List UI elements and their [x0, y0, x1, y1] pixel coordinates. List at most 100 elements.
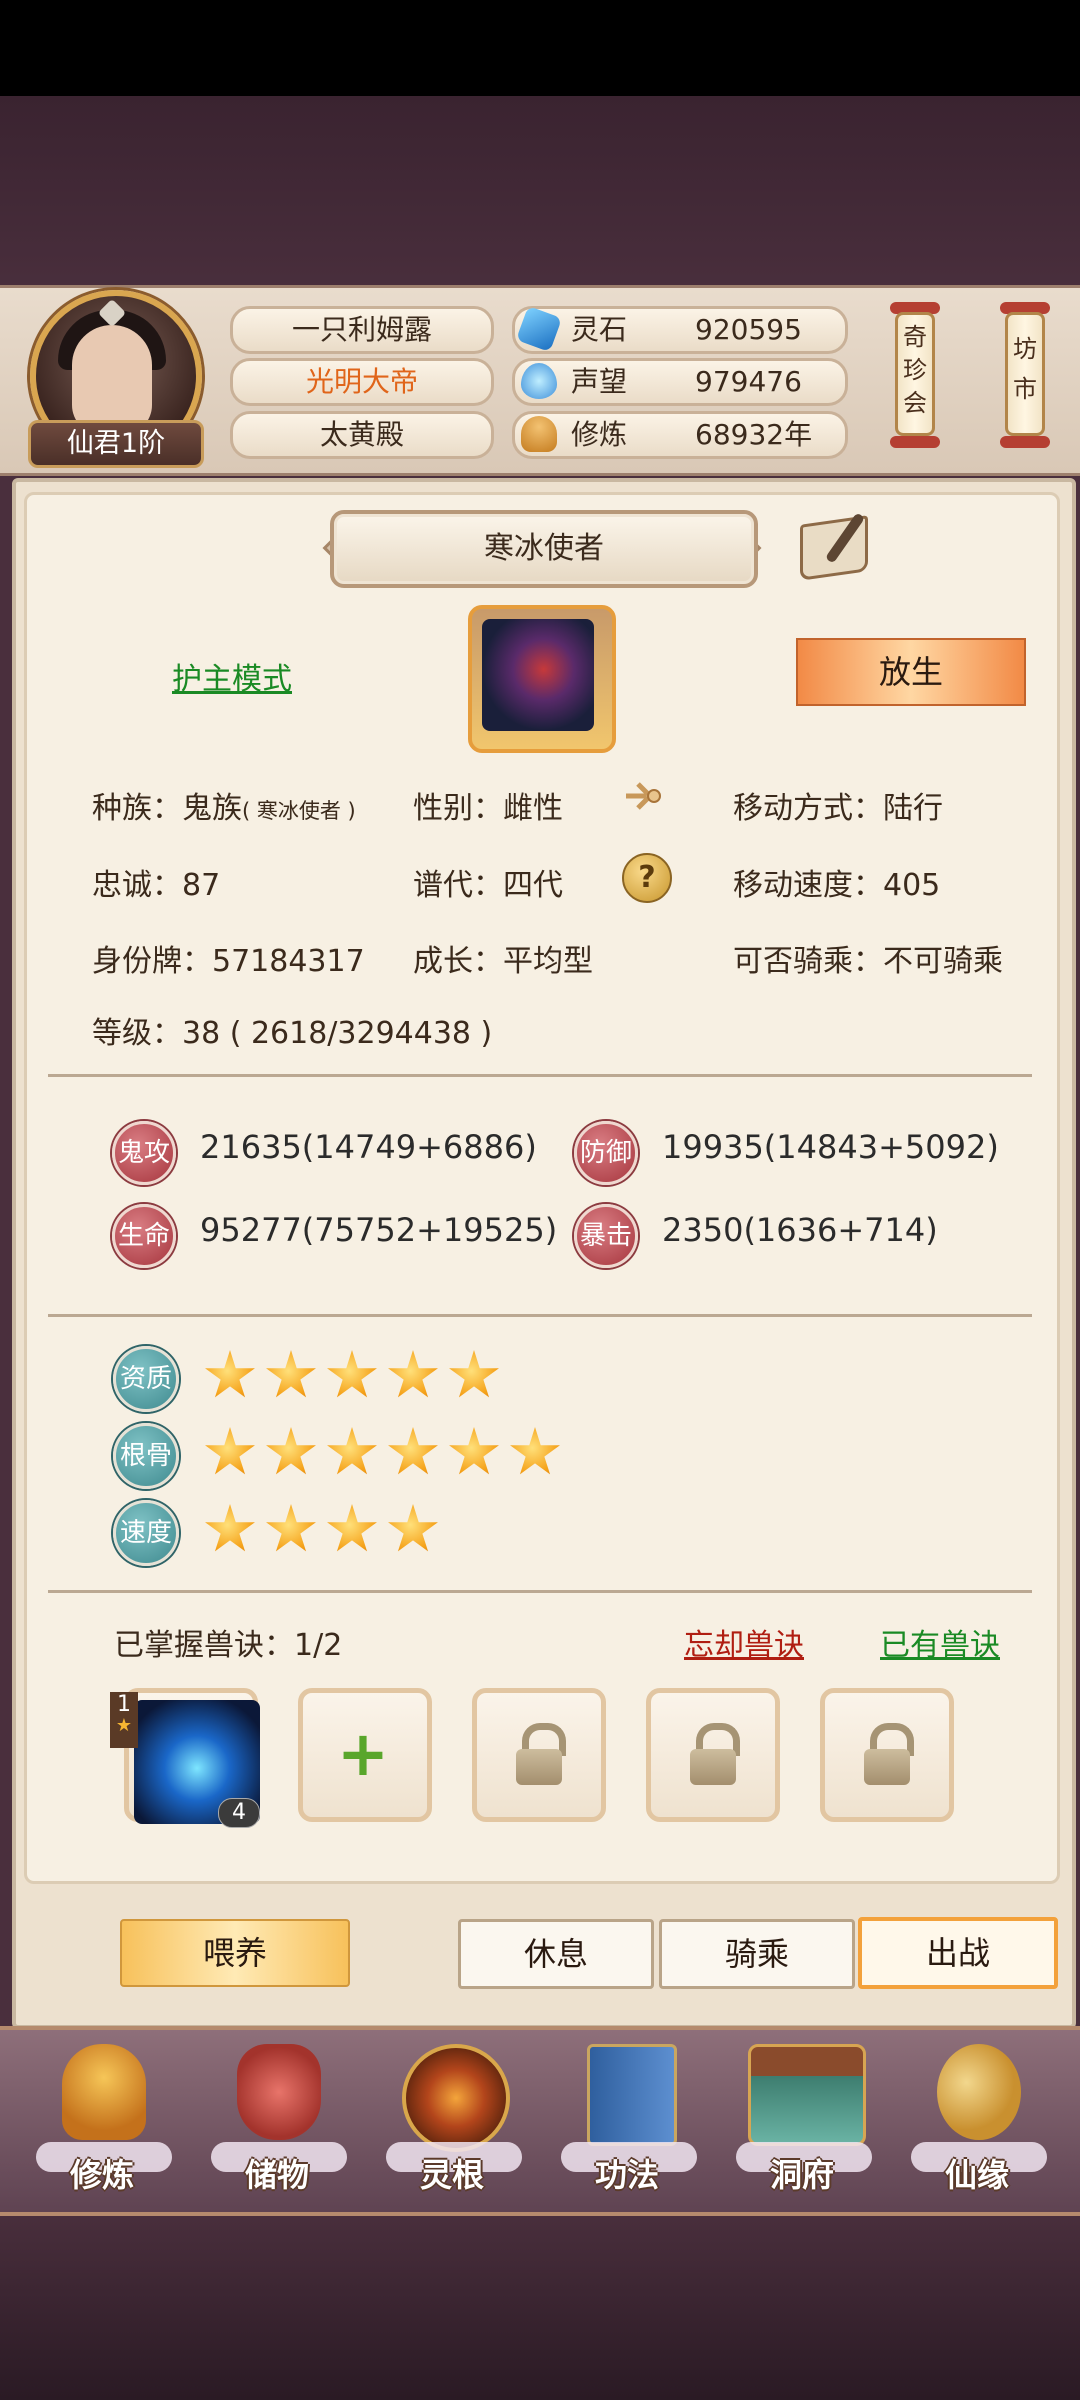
- generation-info: 谱代：四代: [413, 868, 563, 903]
- resource-label: 灵石: [571, 313, 628, 346]
- rideable-info: 可否骑乘：不可骑乘: [733, 944, 1003, 979]
- race-text: 种族：鬼族: [92, 791, 242, 826]
- skill-level: 4: [218, 1798, 260, 1828]
- treasure-fair-button[interactable]: 奇 珍 会: [895, 312, 935, 436]
- pet-portrait: [482, 619, 594, 731]
- star-icon: [266, 1504, 316, 1552]
- player-rank: 仙君1阶: [28, 420, 204, 468]
- scroll-cap: [890, 436, 940, 448]
- lock-icon-body: [516, 1749, 562, 1785]
- market-button[interactable]: 坊 市: [1005, 312, 1045, 436]
- star-icon: [266, 1350, 316, 1398]
- feed-button[interactable]: 喂养: [120, 1919, 350, 1987]
- star-icon: [266, 1427, 316, 1475]
- nav-label: 储物: [244, 2156, 309, 2194]
- move-speed-info: 移动速度：405: [733, 868, 941, 903]
- resource-value: 979476: [695, 365, 802, 398]
- level-info: 等级：38 ( 2618/3294438 ): [92, 1016, 493, 1051]
- speed-stars: [204, 1504, 439, 1556]
- guard-mode-link[interactable]: 护主模式: [172, 654, 292, 698]
- divider: [48, 1314, 1032, 1317]
- resource-label: 声望: [571, 365, 628, 398]
- bone-badge: 根骨: [113, 1423, 179, 1489]
- help-icon[interactable]: ?: [622, 853, 672, 903]
- cultivation-icon: [521, 416, 557, 452]
- deploy-button[interactable]: 出战: [858, 1917, 1058, 1989]
- player-sect[interactable]: 太黄殿: [230, 411, 494, 459]
- nav-immortal-fate[interactable]: 仙缘: [897, 2030, 1057, 2200]
- resource-value: 920595: [695, 313, 802, 346]
- scripture-book-icon: [587, 2044, 677, 2146]
- spirit-stone-icon: [515, 305, 563, 353]
- move-type-info: 移动方式：陆行: [733, 791, 943, 826]
- gender-info: 性别：雌性: [413, 791, 563, 826]
- bone-stars: [204, 1427, 561, 1479]
- ghost-attack-badge: 鬼攻: [112, 1121, 176, 1185]
- player-title[interactable]: 光明大帝: [230, 358, 494, 406]
- divider: [48, 1590, 1032, 1593]
- resource-reputation[interactable]: 声望 979476: [512, 358, 848, 406]
- skill-rank-badge: 1 ★: [110, 1692, 138, 1748]
- star-icon: [327, 1350, 377, 1398]
- ghost-attack-value: 21635(14749+6886): [200, 1128, 537, 1166]
- gender-icon: [626, 782, 661, 810]
- lock-icon-body: [864, 1749, 910, 1785]
- avatar-face: [72, 325, 152, 435]
- star-icon: [449, 1350, 499, 1398]
- nav-cave-mansion[interactable]: 洞府: [722, 2030, 882, 2200]
- cave-mansion-icon: [748, 2044, 866, 2146]
- star-icon: [388, 1504, 438, 1552]
- race-info: 种族：鬼族( 寒冰使者 ): [92, 783, 356, 827]
- meditation-icon: [62, 2044, 146, 2140]
- reputation-icon: [521, 363, 557, 399]
- race-subtype: ( 寒冰使者 ): [242, 799, 356, 823]
- nav-techniques[interactable]: 功法: [547, 2030, 707, 2200]
- critical-value: 2350(1636+714): [662, 1211, 938, 1249]
- forget-skill-link[interactable]: 忘却兽诀: [684, 1620, 804, 1664]
- aptitude-stars: [204, 1350, 500, 1402]
- star-icon: [327, 1504, 377, 1552]
- resource-spirit-stone[interactable]: 灵石 920595: [512, 305, 848, 354]
- star-icon: [327, 1427, 377, 1475]
- player-name[interactable]: 一只利姆露: [230, 306, 494, 354]
- star-icon: [205, 1350, 255, 1398]
- nav-storage[interactable]: 储物: [197, 2030, 357, 2200]
- star-icon: [449, 1427, 499, 1475]
- health-value: 95277(75752+19525): [200, 1211, 558, 1249]
- skills-mastered: 已掌握兽诀：1/2: [114, 1628, 343, 1663]
- speed-badge: 速度: [113, 1500, 179, 1566]
- resource-cultivation[interactable]: 修炼 68932年: [512, 411, 848, 459]
- pet-name-title: 寒冰使者: [330, 510, 758, 588]
- spirit-root-icon: [402, 2044, 510, 2152]
- resource-label: 修炼: [571, 418, 628, 451]
- nav-label: 灵根: [419, 2156, 484, 2194]
- star-icon: [388, 1427, 438, 1475]
- owned-skills-link[interactable]: 已有兽诀: [880, 1620, 1000, 1664]
- nav-cultivate[interactable]: 修炼: [22, 2030, 182, 2200]
- skill-rank: 1: [117, 1692, 131, 1717]
- nav-label: 修炼: [69, 2156, 134, 2194]
- add-skill-icon: +: [337, 1717, 389, 1790]
- skill-slot-add[interactable]: +: [298, 1688, 432, 1822]
- star-icon: [205, 1427, 255, 1475]
- critical-badge: 暴击: [574, 1204, 638, 1268]
- defense-badge: 防御: [574, 1121, 638, 1185]
- storage-bag-icon: [237, 2044, 321, 2140]
- ride-button[interactable]: 骑乘: [659, 1919, 855, 1989]
- rest-button[interactable]: 休息: [458, 1919, 654, 1989]
- skill-slot-locked[interactable]: [820, 1688, 954, 1822]
- nav-label: 仙缘: [944, 2156, 1009, 2194]
- skill-slot-locked[interactable]: [646, 1688, 780, 1822]
- loyalty-info: 忠诚：87: [92, 868, 221, 903]
- aptitude-badge: 资质: [113, 1346, 179, 1412]
- defense-value: 19935(14843+5092): [662, 1128, 999, 1166]
- growth-info: 成长：平均型: [413, 944, 593, 979]
- nav-spirit-root[interactable]: 灵根: [372, 2030, 532, 2200]
- nav-label: 洞府: [769, 2156, 834, 2194]
- scroll-cap: [1000, 436, 1050, 448]
- star-icon: [510, 1427, 560, 1475]
- release-button[interactable]: 放生: [796, 638, 1026, 706]
- skill-slot-locked[interactable]: [472, 1688, 606, 1822]
- resource-value: 68932年: [695, 418, 813, 451]
- immortal-fate-icon: [937, 2044, 1021, 2140]
